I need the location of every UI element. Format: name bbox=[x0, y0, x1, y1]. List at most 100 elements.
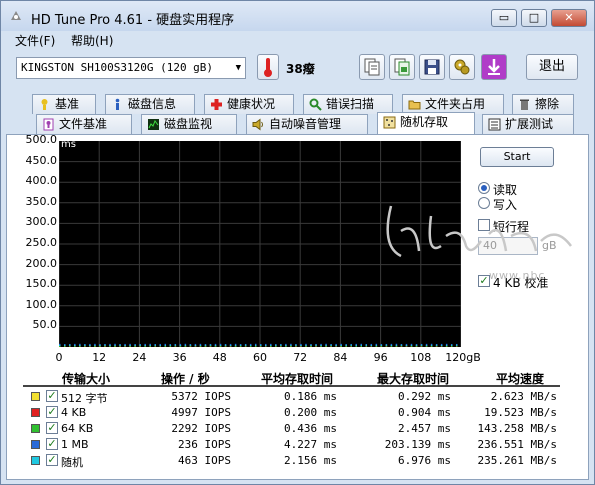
data-point bbox=[385, 344, 388, 346]
write-radio[interactable] bbox=[478, 197, 490, 209]
data-point bbox=[69, 344, 71, 346]
data-point bbox=[365, 344, 368, 346]
data-point bbox=[189, 344, 192, 346]
data-point bbox=[330, 344, 332, 346]
tab-error-scan[interactable]: 错误扫描 bbox=[303, 94, 393, 114]
start-button[interactable]: Start bbox=[480, 147, 554, 167]
table-row: ✓ 512 字节 5372 IOPS 0.186 ms 0.292 ms 2.623 MB… bbox=[1, 389, 594, 405]
minimize-button[interactable]: ▭ bbox=[491, 9, 517, 27]
menu-file[interactable]: 文件(F) bbox=[15, 32, 55, 49]
cell-max: 6.976 ms bbox=[398, 454, 451, 467]
short-stroke-checkbox[interactable] bbox=[478, 219, 490, 231]
y-tick-label: 450.0 bbox=[25, 153, 58, 167]
data-point bbox=[229, 344, 232, 347]
table-row: ✓ 1 MB 236 IOPS 4.227 ms 203.139 ms 236.551 M… bbox=[1, 437, 594, 453]
health-icon bbox=[211, 99, 222, 110]
data-point bbox=[159, 344, 161, 347]
copy-text-button[interactable] bbox=[359, 54, 385, 80]
data-point bbox=[84, 344, 86, 346]
data-point bbox=[450, 344, 453, 346]
tab-label: 磁盘信息 bbox=[128, 97, 177, 111]
cell-speed: 2.623 MB/s bbox=[490, 390, 557, 403]
tab-label: 文件基准 bbox=[59, 117, 108, 131]
data-point bbox=[174, 344, 177, 346]
data-point bbox=[129, 344, 131, 347]
cell-size: 4 KB bbox=[61, 406, 87, 419]
drive-select-value: KINGSTON SH100S3120G (120 gB) bbox=[21, 61, 214, 74]
table-divider bbox=[23, 385, 560, 387]
save-icon bbox=[424, 59, 440, 75]
tab-health[interactable]: 健康状况 bbox=[204, 94, 294, 114]
tab-random-access[interactable]: 随机存取 bbox=[377, 112, 475, 134]
cell-size: 随机 bbox=[61, 456, 83, 469]
tab-folder-usage[interactable]: 文件夹占用 bbox=[402, 94, 504, 114]
tab-label: 随机存取 bbox=[400, 115, 449, 129]
read-radio[interactable] bbox=[478, 182, 490, 194]
menu-help[interactable]: 帮助(H) bbox=[71, 32, 113, 49]
maximize-button[interactable]: □ bbox=[521, 9, 547, 27]
short-stroke-label: 短行程 bbox=[493, 220, 530, 234]
tab-erase[interactable]: 擦除 bbox=[512, 94, 574, 114]
data-point bbox=[204, 344, 207, 346]
tab-disk-info[interactable]: 磁盘信息 bbox=[105, 94, 195, 114]
close-button[interactable]: ✕ bbox=[551, 9, 587, 27]
data-point bbox=[340, 344, 342, 347]
series-color-swatch bbox=[31, 392, 40, 401]
data-point bbox=[99, 344, 101, 346]
short-stroke-input[interactable]: 40 bbox=[478, 237, 538, 255]
save-button[interactable] bbox=[419, 54, 445, 80]
y-tick-label: 400.0 bbox=[25, 174, 58, 188]
tab-disk-monitor[interactable]: 磁盘监视 bbox=[141, 114, 237, 134]
tab-benchmark[interactable]: 基准 bbox=[32, 94, 96, 114]
data-point bbox=[239, 344, 242, 346]
drive-select[interactable]: KINGSTON SH100S3120G (120 gB) ▼ bbox=[16, 57, 246, 79]
data-point bbox=[445, 344, 448, 347]
x-tick-label: 12 bbox=[92, 351, 107, 364]
data-point bbox=[144, 344, 146, 347]
data-point bbox=[214, 344, 217, 347]
data-point bbox=[224, 344, 227, 346]
exit-button[interactable]: 退出 bbox=[526, 54, 578, 80]
erase-icon bbox=[520, 99, 529, 110]
tab-file-benchmark[interactable]: 文件基准 bbox=[36, 114, 132, 134]
data-point bbox=[360, 344, 362, 346]
tab-extra-tests[interactable]: 扩展测试 bbox=[482, 114, 574, 134]
series-visible-checkbox[interactable]: ✓ bbox=[46, 422, 58, 434]
data-point bbox=[254, 344, 257, 346]
extra-test-icon bbox=[488, 118, 501, 131]
data-point bbox=[149, 344, 151, 346]
data-point bbox=[280, 344, 282, 346]
watermark-url: www.nbc bbox=[489, 269, 546, 282]
data-point bbox=[395, 344, 398, 346]
cell-max: 203.139 ms bbox=[384, 438, 451, 451]
y-tick-label: 250.0 bbox=[25, 236, 58, 249]
data-point bbox=[315, 344, 317, 346]
copy-screenshot-button[interactable] bbox=[389, 54, 415, 80]
tab-label: 文件夹占用 bbox=[425, 97, 486, 111]
maximize-icon: □ bbox=[528, 11, 540, 24]
series-visible-checkbox[interactable]: ✓ bbox=[46, 454, 58, 466]
data-point bbox=[124, 344, 126, 347]
data-point bbox=[59, 344, 61, 347]
cell-size: 1 MB bbox=[61, 438, 89, 451]
cell-max: 0.904 ms bbox=[398, 406, 451, 419]
cell-speed: 143.258 MB/s bbox=[477, 422, 557, 435]
cell-avg: 0.200 ms bbox=[284, 406, 337, 419]
error-scan-icon bbox=[309, 98, 322, 111]
options-button[interactable] bbox=[449, 54, 475, 80]
y-tick-label: 150.0 bbox=[25, 277, 58, 291]
short-stroke-value: 40 bbox=[483, 239, 497, 252]
series-visible-checkbox[interactable]: ✓ bbox=[46, 406, 58, 418]
copy-icon bbox=[364, 58, 380, 76]
cell-ops: 5372 IOPS bbox=[171, 390, 231, 403]
series-visible-checkbox[interactable]: ✓ bbox=[46, 390, 58, 402]
cell-ops: 4997 IOPS bbox=[171, 406, 231, 419]
write-radio-label: 写入 bbox=[493, 198, 518, 212]
data-point bbox=[440, 344, 443, 347]
series-visible-checkbox[interactable]: ✓ bbox=[46, 438, 58, 450]
data-point bbox=[119, 344, 121, 346]
x-tick-label: 24 bbox=[132, 351, 147, 364]
download-button[interactable] bbox=[481, 54, 507, 80]
data-point bbox=[64, 344, 66, 346]
tab-noise-management[interactable]: 自动噪音管理 bbox=[246, 114, 368, 134]
